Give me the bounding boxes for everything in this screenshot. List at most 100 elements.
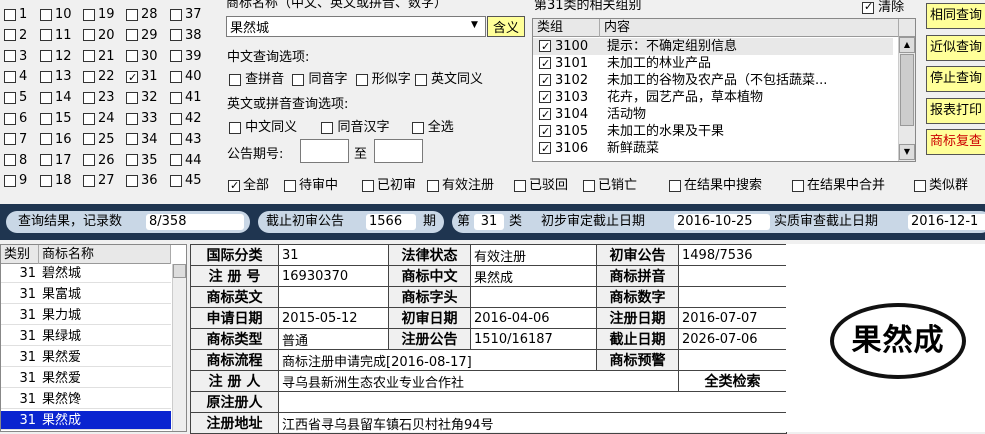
recheck-button[interactable]: 商标复查 — [926, 129, 985, 155]
class-checkbox[interactable] — [170, 50, 182, 63]
class-checkbox[interactable] — [40, 91, 52, 104]
scroll-thumb[interactable] — [900, 54, 914, 126]
group-row[interactable]: 3105 未加工的水果及干果 — [533, 123, 893, 140]
result-row[interactable]: 31 碧然城 — [1, 264, 171, 283]
filter-checkbox[interactable] — [228, 178, 240, 194]
similar-search-button[interactable]: 近似查询 — [926, 34, 985, 61]
cn-option-checkbox-homophone[interactable] — [292, 73, 305, 86]
clear-checkbox[interactable] — [862, 0, 874, 14]
scroll-down-icon[interactable]: ▼ — [899, 144, 915, 160]
class-checkbox[interactable] — [170, 154, 182, 167]
class-checkbox[interactable] — [126, 8, 138, 21]
en-option-checkbox-all[interactable] — [411, 121, 424, 134]
class-checkbox[interactable] — [4, 174, 16, 187]
class-checkbox[interactable] — [83, 8, 95, 21]
group-row[interactable]: 3104 活动物 — [533, 106, 893, 123]
print-report-button[interactable]: 报表打印 — [926, 97, 985, 124]
class-checkbox[interactable] — [126, 154, 138, 167]
name-search-dropdown-icon[interactable]: ▼ — [471, 20, 478, 30]
group-checkbox[interactable] — [539, 140, 551, 157]
class-checkbox[interactable] — [126, 112, 138, 125]
filter-checkbox[interactable] — [514, 179, 526, 192]
class-checkbox[interactable] — [4, 91, 16, 104]
groups-header-group[interactable]: 类组 — [533, 19, 600, 37]
filter-checkbox[interactable] — [427, 179, 439, 192]
filter-checkbox[interactable] — [583, 179, 595, 192]
class-checkbox[interactable] — [40, 8, 52, 21]
group-checkbox[interactable] — [539, 72, 551, 89]
result-row[interactable]: 31 果然爱 — [1, 369, 171, 388]
class-checkbox[interactable] — [83, 112, 95, 125]
group-checkbox[interactable] — [539, 123, 551, 140]
result-header-class[interactable]: 类别 — [1, 245, 39, 264]
cn-option-checkbox-shape[interactable] — [355, 73, 368, 86]
gazette-from-input[interactable] — [300, 139, 349, 163]
filter-pending[interactable]: 待审中 — [284, 178, 338, 194]
class-checkbox[interactable] — [40, 133, 52, 146]
class-checkbox[interactable] — [126, 91, 138, 104]
result-header-name[interactable]: 商标名称 — [39, 245, 171, 264]
class-checkbox[interactable] — [83, 91, 95, 104]
group-row[interactable]: 3100 提示：不确定组别信息 — [533, 38, 893, 55]
result-scroll-thumb[interactable] — [173, 264, 186, 278]
result-row[interactable]: 31 果然成 — [1, 411, 171, 430]
filter-valid[interactable]: 有效注册 — [427, 178, 494, 194]
cn-option-checkbox-en-synonym[interactable] — [414, 73, 427, 86]
class-checkbox[interactable] — [126, 29, 138, 42]
group-row[interactable]: 3103 花卉，园艺产品，草本植物 — [533, 89, 893, 106]
filter-search-in-results[interactable]: 在结果中搜索 — [669, 178, 762, 194]
hanyi-button[interactable]: 含义 — [487, 16, 525, 37]
group-checkbox[interactable] — [539, 89, 551, 106]
filter-similar-group[interactable]: 类似群 — [914, 178, 968, 194]
group-row[interactable]: 3102 未加工的谷物及农产品（不包括蔬菜... — [533, 72, 893, 89]
class-checkbox[interactable] — [170, 29, 182, 42]
filter-prelim[interactable]: 已初审 — [362, 178, 416, 194]
group-checkbox[interactable] — [539, 55, 551, 72]
filter-checkbox[interactable] — [792, 179, 804, 192]
class-checkbox[interactable] — [83, 133, 95, 146]
class-checkbox[interactable] — [40, 154, 52, 167]
group-checkbox[interactable] — [539, 38, 551, 55]
class-checkbox[interactable] — [40, 29, 52, 42]
class-checkbox[interactable] — [170, 133, 182, 146]
class-checkbox[interactable] — [170, 8, 182, 21]
class-checkbox[interactable] — [4, 70, 16, 83]
group-row[interactable]: 3101 未加工的林业产品 — [533, 55, 893, 72]
class-checkbox[interactable] — [40, 112, 52, 125]
filter-checkbox[interactable] — [669, 179, 681, 192]
class-checkbox[interactable] — [83, 50, 95, 63]
filter-all[interactable]: 全部 — [228, 178, 269, 194]
class-checkbox[interactable] — [40, 70, 52, 83]
groups-header-content[interactable]: 内容 — [600, 19, 899, 37]
filter-checkbox[interactable] — [362, 179, 374, 192]
same-search-button[interactable]: 相同查询 — [926, 3, 985, 29]
result-row[interactable]: 31 果绿城 — [1, 327, 171, 346]
group-checkbox[interactable] — [539, 106, 551, 123]
en-option-checkbox-homophone[interactable] — [321, 121, 334, 134]
filter-expired[interactable]: 已销亡 — [583, 178, 637, 194]
gazette-to-input[interactable] — [374, 139, 423, 163]
class-checkbox[interactable] — [170, 174, 182, 187]
result-row[interactable]: 31 果然馋 — [1, 390, 171, 409]
class-checkbox[interactable] — [4, 29, 16, 42]
class-checkbox[interactable] — [4, 50, 16, 63]
class-checkbox[interactable] — [83, 70, 95, 83]
class-checkbox[interactable] — [126, 69, 138, 87]
class-checkbox[interactable] — [170, 70, 182, 83]
filter-merge-in-results[interactable]: 在结果中合并 — [792, 178, 885, 194]
class-checkbox[interactable] — [83, 154, 95, 167]
groups-scrollbar[interactable]: ▲ ▼ — [898, 37, 915, 161]
class-checkbox[interactable] — [4, 8, 16, 21]
class-checkbox[interactable] — [126, 133, 138, 146]
class-checkbox[interactable] — [170, 91, 182, 104]
class-checkbox[interactable] — [40, 50, 52, 63]
group-row[interactable]: 3106 新鲜蔬菜 — [533, 140, 893, 157]
class-checkbox[interactable] — [126, 50, 138, 63]
class-checkbox[interactable] — [126, 174, 138, 187]
class-checkbox[interactable] — [4, 112, 16, 125]
class-checkbox[interactable] — [170, 112, 182, 125]
full-search-link[interactable]: 全类检索 — [678, 370, 787, 392]
result-row[interactable]: 31 果然爱 — [1, 348, 171, 367]
filter-checkbox[interactable] — [914, 179, 926, 192]
class-checkbox[interactable] — [4, 133, 16, 146]
